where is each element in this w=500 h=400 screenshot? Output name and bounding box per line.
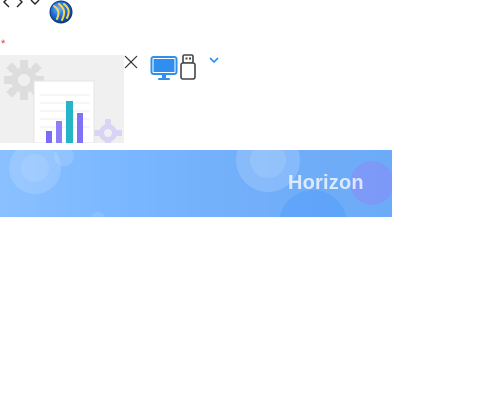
device-switch xyxy=(148,52,224,84)
usb-drive-icon xyxy=(180,54,196,80)
gear-icon xyxy=(94,119,122,143)
chevron-down-icon xyxy=(30,0,40,5)
monitor-toggle[interactable] xyxy=(150,55,178,81)
banner-title: Horizon xyxy=(288,172,364,194)
device-dropdown-button[interactable] xyxy=(208,52,220,64)
required-mark: * xyxy=(1,38,6,50)
close-icon xyxy=(124,55,138,69)
chevron-down-icon xyxy=(209,57,219,64)
banner: Horizon xyxy=(0,150,392,217)
brand-logo xyxy=(49,0,73,24)
chart-thumbnail xyxy=(0,55,124,143)
top-toolbar xyxy=(0,0,120,26)
chart-bar xyxy=(46,131,52,143)
globe-logo-icon xyxy=(49,0,73,24)
usb-toggle[interactable] xyxy=(179,53,197,81)
chart-bar xyxy=(66,101,73,143)
menu-dropdown-button[interactable] xyxy=(29,0,41,10)
report-paper xyxy=(33,80,95,143)
chart-thumbnail-icon xyxy=(4,60,122,143)
chevron-right-icon xyxy=(16,0,23,8)
back-button[interactable] xyxy=(1,0,13,10)
forward-button[interactable] xyxy=(13,0,25,10)
monitor-icon xyxy=(150,56,178,80)
chart-bar xyxy=(56,121,62,143)
close-button[interactable] xyxy=(122,53,140,71)
chart-bar xyxy=(77,113,83,143)
chevron-left-icon xyxy=(3,0,10,8)
